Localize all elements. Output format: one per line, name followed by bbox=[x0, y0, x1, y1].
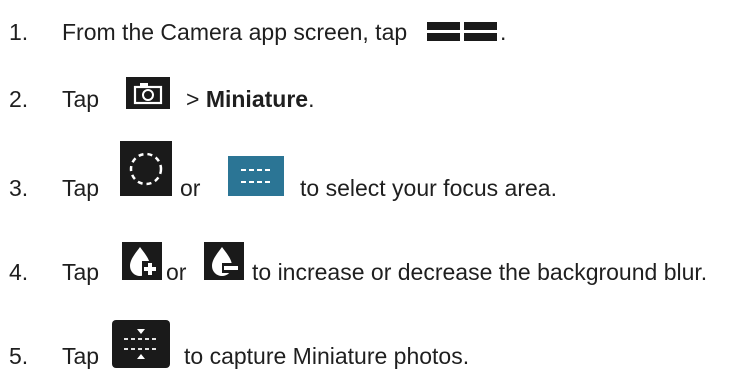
blur-decrease-icon bbox=[204, 242, 244, 280]
step-number: 1. bbox=[9, 19, 29, 45]
step-text: From the Camera app screen, tap bbox=[62, 19, 408, 45]
step-number: 5. bbox=[9, 343, 29, 369]
step-text: to increase or decrease the background b… bbox=[252, 259, 708, 285]
step-text-or: or bbox=[166, 259, 187, 285]
step-text: Tap bbox=[62, 175, 100, 201]
step-number: 4. bbox=[9, 259, 29, 285]
circular-focus-icon bbox=[120, 141, 172, 196]
miniature-label: Miniature bbox=[205, 86, 309, 112]
step-text: Tap bbox=[62, 259, 100, 285]
step-text: Tap bbox=[62, 86, 100, 112]
step-text-end: . bbox=[308, 86, 315, 112]
step-text-gt: > bbox=[186, 86, 206, 112]
step-text: Tap bbox=[62, 343, 100, 369]
linear-focus-icon bbox=[228, 156, 284, 196]
blur-increase-icon bbox=[122, 242, 162, 280]
step-number: 3. bbox=[9, 175, 29, 201]
step-text-or: or bbox=[180, 175, 201, 201]
step-number: 2. bbox=[9, 86, 29, 112]
miniature-shutter-icon bbox=[112, 320, 170, 368]
step-text: to select your focus area. bbox=[300, 175, 557, 201]
step-text: to capture Miniature photos. bbox=[184, 343, 470, 369]
step-text-end: . bbox=[500, 19, 507, 45]
camera-settings-icon bbox=[126, 77, 170, 109]
grid-layout-icon bbox=[427, 22, 499, 42]
